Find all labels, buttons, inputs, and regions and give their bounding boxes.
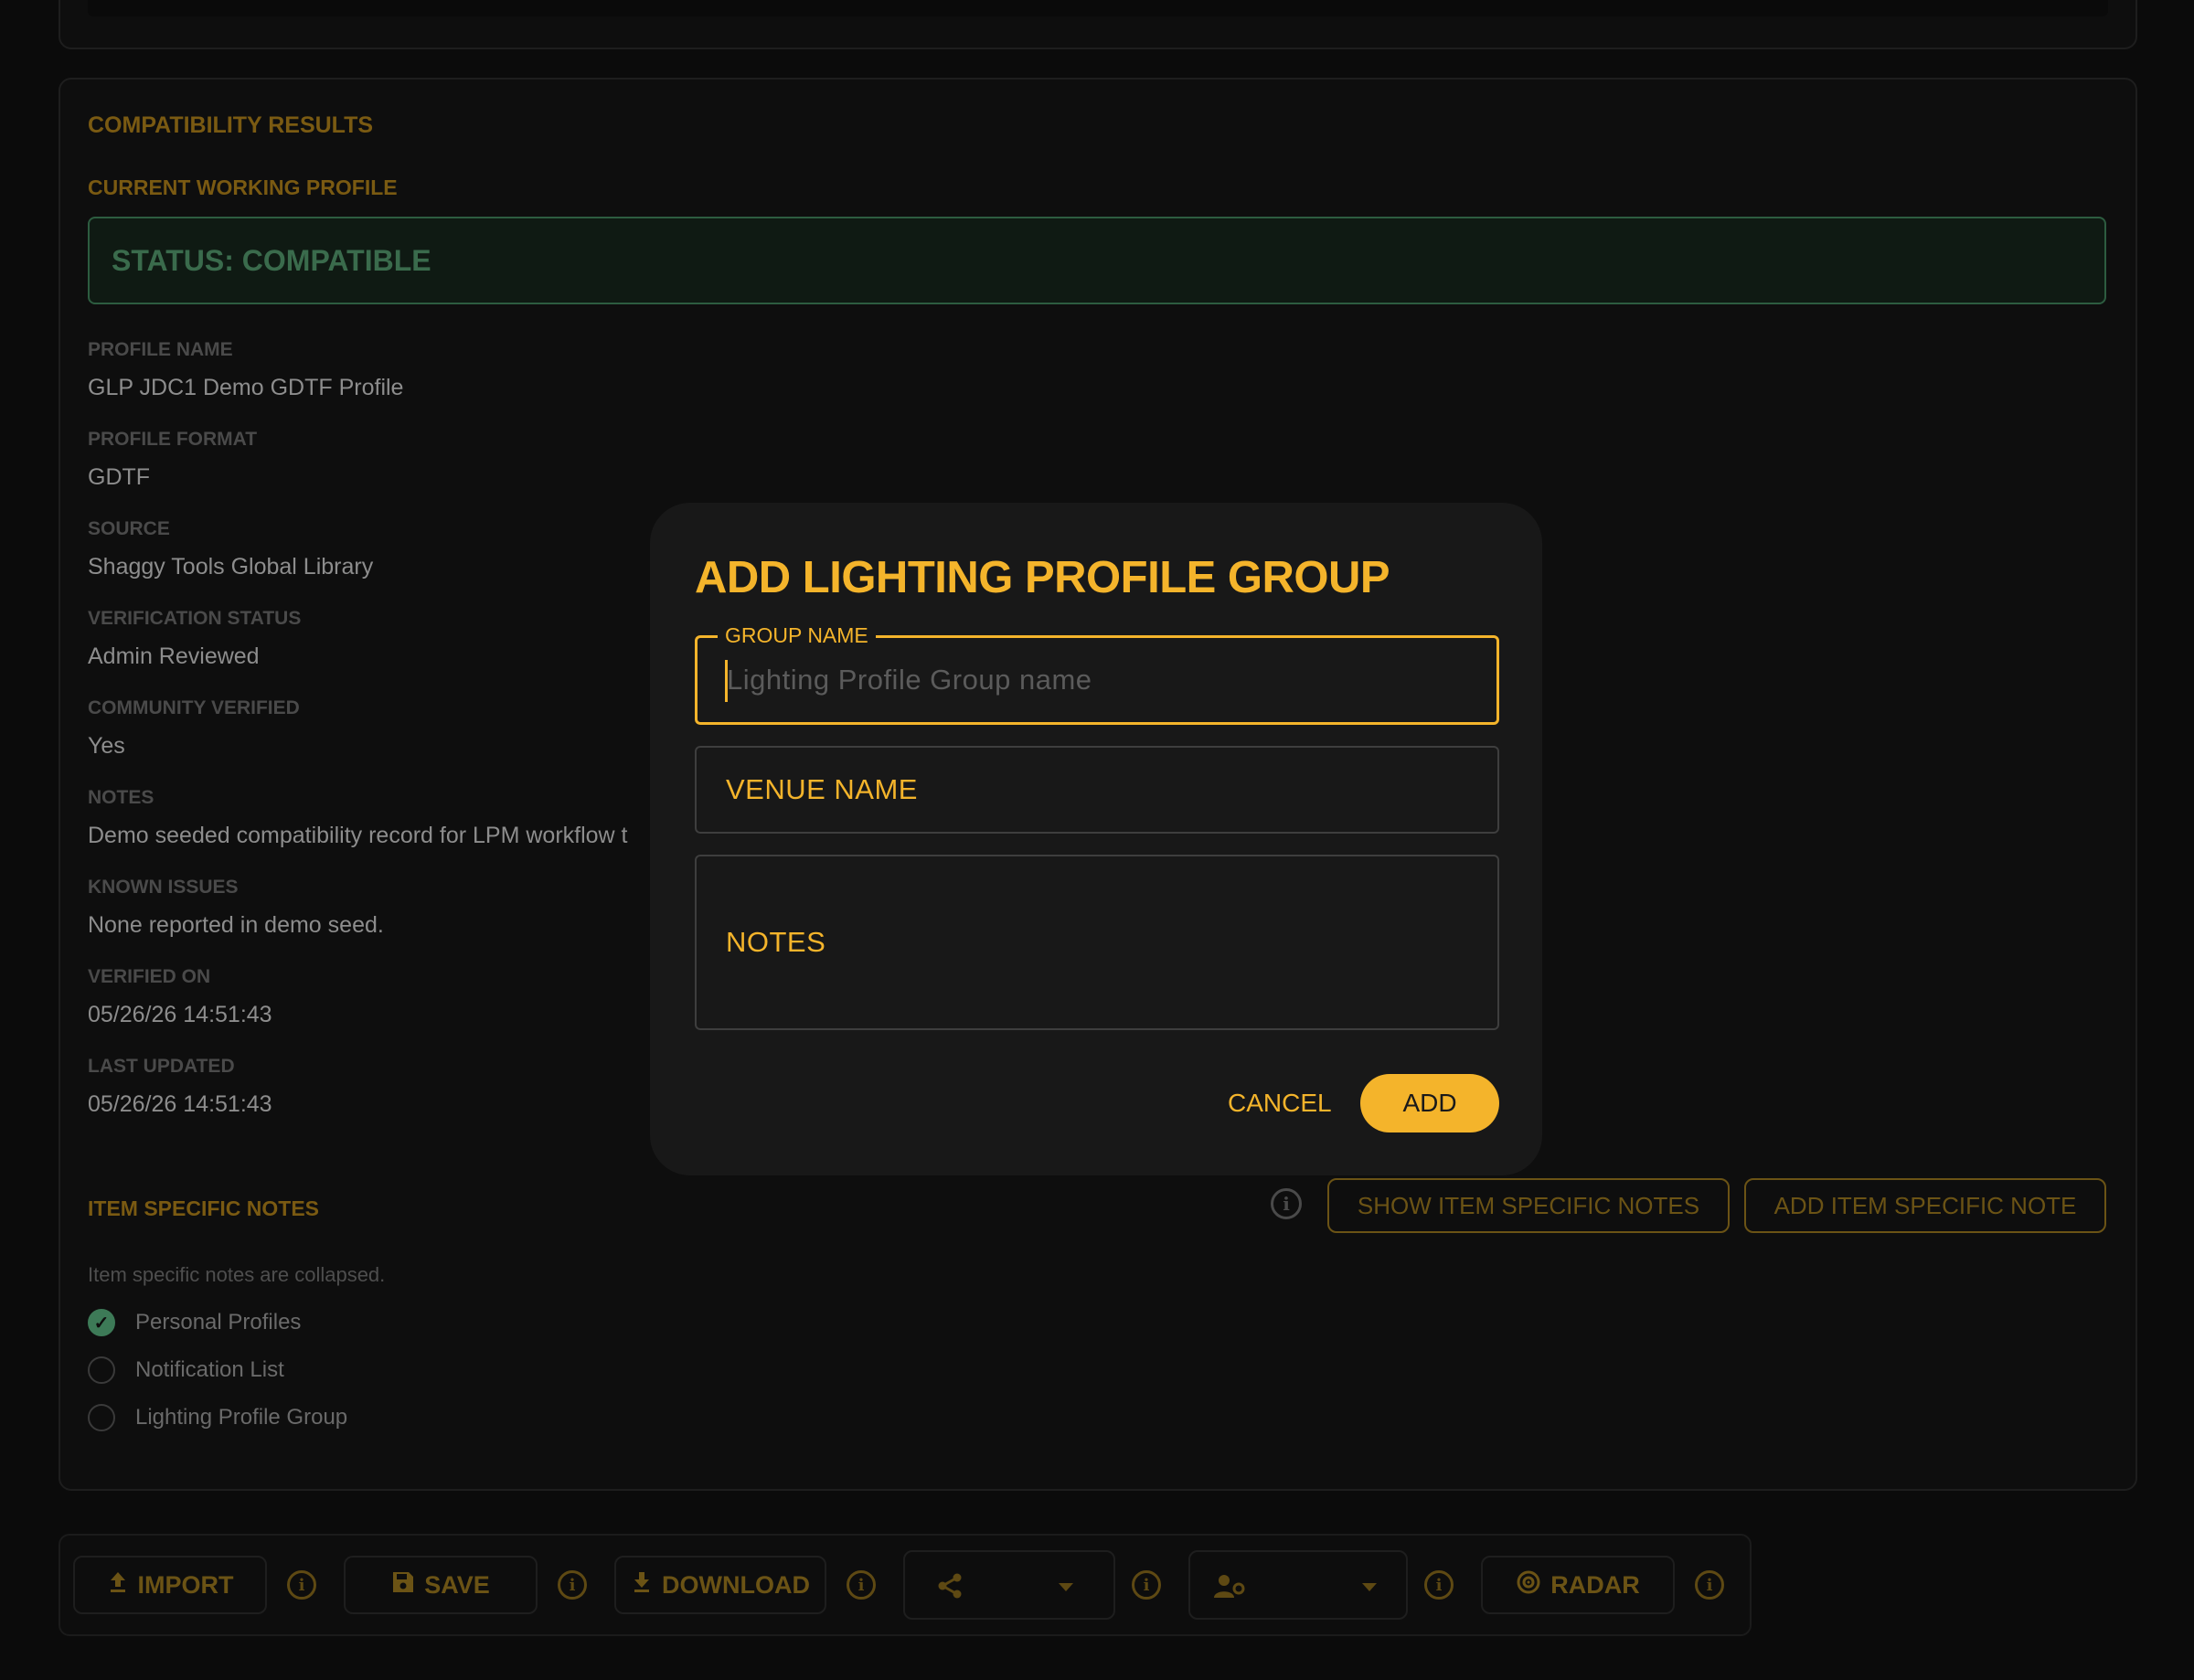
save-button[interactable]: SAVE	[344, 1556, 538, 1614]
source-value: Shaggy Tools Global Library	[88, 554, 374, 579]
profile-name-label: PROFILE NAME	[88, 339, 233, 360]
save-label: SAVE	[424, 1570, 490, 1599]
user-manage-icon	[1214, 1574, 1245, 1606]
radar-button[interactable]: RADAR	[1481, 1556, 1675, 1614]
floppy-disk-icon	[391, 1570, 415, 1600]
empty-circle-icon	[88, 1356, 115, 1384]
user-access-info-icon[interactable]: i	[1424, 1570, 1454, 1600]
add-button[interactable]: ADD	[1360, 1074, 1499, 1132]
chevron-down-icon	[1059, 1583, 1073, 1591]
info-icon[interactable]: i	[1271, 1188, 1302, 1219]
profile-format-value: GDTF	[88, 464, 151, 490]
verification-status-label: VERIFICATION STATUS	[88, 608, 302, 629]
status-text: STATUS: COMPATIBLE	[112, 244, 431, 277]
chevron-down-icon	[1362, 1583, 1377, 1591]
item-specific-notes-title: ITEM SPECIFIC NOTES	[88, 1196, 320, 1220]
list-item-label: Lighting Profile Group	[135, 1405, 348, 1430]
radar-info-icon[interactable]: i	[1695, 1570, 1724, 1600]
radar-label: RADAR	[1550, 1570, 1640, 1599]
list-item-label: Notification List	[135, 1357, 284, 1382]
compatibility-results-title: COMPATIBILITY RESULTS	[88, 112, 374, 138]
verified-on-value: 05/26/26 14:51:43	[88, 1002, 272, 1027]
verified-on-label: VERIFIED ON	[88, 966, 211, 987]
known-issues-label: KNOWN ISSUES	[88, 877, 239, 898]
share-dropdown[interactable]	[903, 1550, 1115, 1620]
cancel-button[interactable]: CANCEL	[1219, 1074, 1341, 1132]
list-item-lighting-profile-group[interactable]: Lighting Profile Group	[88, 1401, 347, 1434]
user-access-dropdown[interactable]	[1188, 1550, 1408, 1620]
profile-format-label: PROFILE FORMAT	[88, 429, 258, 450]
top-panel	[59, 0, 2137, 49]
import-button[interactable]: IMPORT	[73, 1556, 267, 1614]
upload-icon	[107, 1570, 129, 1600]
status-banner: STATUS: COMPATIBLE	[88, 217, 2106, 304]
group-name-field[interactable]: GROUP NAME Lighting Profile Group name	[695, 623, 1499, 725]
download-info-icon[interactable]: i	[847, 1570, 876, 1600]
top-panel-inner	[88, 0, 2108, 16]
bottom-toolbar: IMPORT i SAVE i DOWNLOAD i i i RADAR i	[59, 1534, 1752, 1636]
group-name-label: GROUP NAME	[718, 623, 876, 648]
download-label: DOWNLOAD	[662, 1570, 810, 1599]
group-name-placeholder: Lighting Profile Group name	[727, 664, 1092, 696]
dialog-title: ADD LIGHTING PROFILE GROUP	[695, 553, 1390, 602]
radar-icon	[1516, 1569, 1541, 1601]
verification-status-value: Admin Reviewed	[88, 643, 260, 669]
known-issues-value: None reported in demo seed.	[88, 912, 384, 938]
share-info-icon[interactable]: i	[1132, 1570, 1161, 1600]
list-item-label: Personal Profiles	[135, 1310, 302, 1334]
community-verified-value: Yes	[88, 733, 125, 759]
current-working-profile-label: CURRENT WORKING PROFILE	[88, 175, 398, 199]
import-label: IMPORT	[137, 1570, 234, 1599]
add-lighting-profile-group-dialog: ADD LIGHTING PROFILE GROUP GROUP NAME Li…	[650, 503, 1542, 1175]
venue-name-field[interactable]: VENUE NAME	[695, 746, 1499, 834]
add-item-specific-note-button[interactable]: ADD ITEM SPECIFIC NOTE	[1744, 1178, 2106, 1233]
download-icon	[631, 1570, 653, 1600]
profile-name-value: GLP JDC1 Demo GDTF Profile	[88, 375, 404, 400]
share-icon	[936, 1572, 964, 1606]
venue-name-label: VENUE NAME	[726, 773, 918, 805]
import-info-icon[interactable]: i	[287, 1570, 316, 1600]
last-updated-label: LAST UPDATED	[88, 1056, 235, 1077]
save-info-icon[interactable]: i	[558, 1570, 587, 1600]
notes-label: NOTES	[88, 787, 154, 808]
last-updated-value: 05/26/26 14:51:43	[88, 1091, 272, 1117]
download-button[interactable]: DOWNLOAD	[614, 1556, 826, 1614]
show-item-specific-notes-button[interactable]: SHOW ITEM SPECIFIC NOTES	[1327, 1178, 1730, 1233]
source-label: SOURCE	[88, 518, 170, 539]
list-item-notification-list[interactable]: Notification List	[88, 1354, 284, 1387]
list-item-personal-profiles[interactable]: ✓ Personal Profiles	[88, 1306, 301, 1339]
notes-field[interactable]: NOTES	[695, 855, 1499, 1030]
check-circle-icon: ✓	[88, 1309, 115, 1336]
community-verified-label: COMMUNITY VERIFIED	[88, 697, 300, 718]
notes-value: Demo seeded compatibility record for LPM…	[88, 823, 628, 848]
notes-collapsed-text: Item specific notes are collapsed.	[88, 1263, 386, 1286]
empty-circle-icon	[88, 1404, 115, 1431]
notes-field-label: NOTES	[726, 926, 826, 958]
